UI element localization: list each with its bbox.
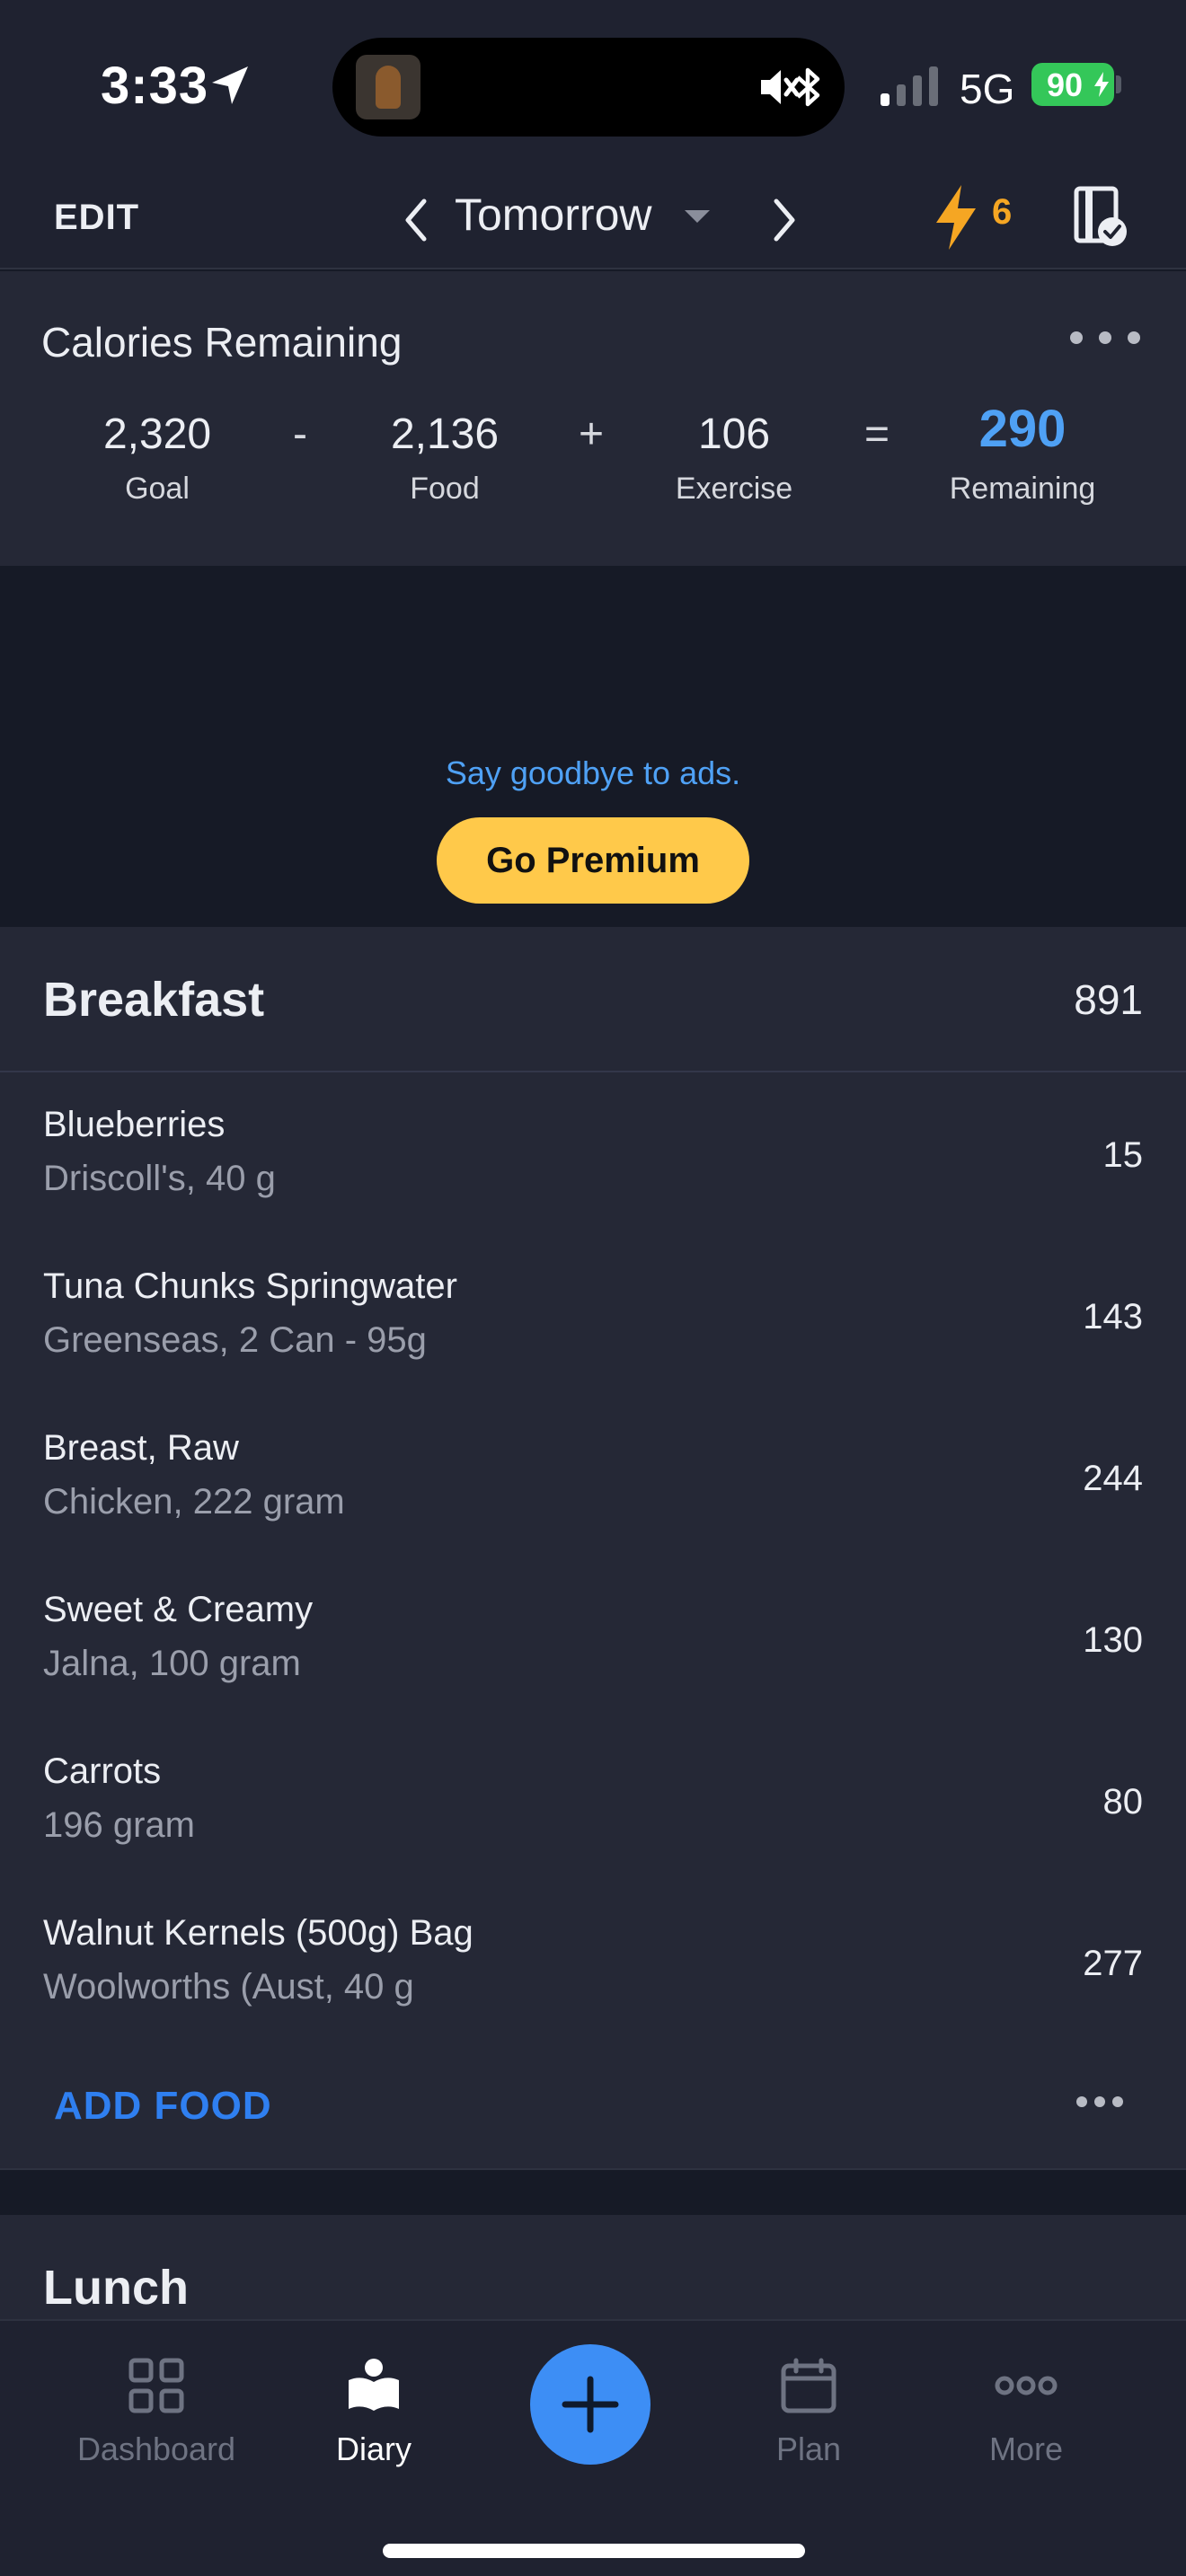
food-value: 2,136 bbox=[390, 410, 500, 458]
food-detail: 196 gram bbox=[43, 1805, 195, 1845]
tab-more[interactable]: More bbox=[918, 2357, 1134, 2468]
tab-label: More bbox=[988, 2430, 1064, 2467]
location-arrow-icon bbox=[208, 63, 253, 108]
dynamic-island bbox=[332, 38, 845, 137]
food-label: Food bbox=[410, 472, 480, 506]
food-column: 2,136 Food bbox=[359, 410, 530, 507]
ad-text[interactable]: Say goodbye to ads. bbox=[0, 754, 1186, 792]
breakfast-section: Breakfast 891 Blueberries Driscoll's, 40… bbox=[0, 927, 1186, 2170]
remaining-column: 290 Remaining bbox=[925, 400, 1120, 507]
tab-plan[interactable]: Plan bbox=[701, 2357, 916, 2468]
plus-operator: + bbox=[579, 410, 605, 458]
edit-button[interactable]: EDIT bbox=[54, 198, 139, 238]
food-detail: Driscoll's, 40 g bbox=[43, 1159, 276, 1198]
equals-operator: = bbox=[864, 410, 890, 458]
food-detail: Jalna, 100 gram bbox=[43, 1644, 301, 1683]
home-indicator[interactable] bbox=[383, 2544, 805, 2558]
diary-complete-icon[interactable] bbox=[1071, 181, 1134, 253]
tab-diary[interactable]: Diary bbox=[266, 2357, 482, 2468]
food-item[interactable]: Blueberries Driscoll's, 40 g 15 bbox=[0, 1072, 1186, 1234]
status-time: 3:33 bbox=[101, 57, 209, 115]
date-selector[interactable]: Tomorrow bbox=[455, 189, 651, 241]
more-dots-icon bbox=[995, 2376, 1058, 2395]
remaining-value: 290 bbox=[978, 400, 1067, 458]
food-calories: 15 bbox=[1102, 1135, 1144, 1175]
exercise-column: 106 Exercise bbox=[649, 410, 819, 507]
next-day-button[interactable] bbox=[760, 189, 805, 251]
add-entry-button[interactable] bbox=[530, 2344, 651, 2465]
food-item[interactable]: Walnut Kernels (500g) Bag Woolworths (Au… bbox=[0, 1881, 1186, 2042]
food-detail: Greenseas, 2 Can - 95g bbox=[43, 1320, 427, 1360]
tab-label: Dashboard bbox=[76, 2430, 236, 2467]
lunch-section[interactable]: Lunch bbox=[0, 2215, 1186, 2323]
meal-more-icon[interactable] bbox=[1075, 2095, 1125, 2109]
ad-banner: Say goodbye to ads. Go Premium bbox=[0, 566, 1186, 927]
food-item[interactable]: Sweet & Creamy Jalna, 100 gram 130 bbox=[0, 1557, 1186, 1719]
calories-remaining-card[interactable]: Calories Remaining 2,320 Goal - 2,136 Fo… bbox=[0, 271, 1186, 566]
plus-icon bbox=[562, 2376, 619, 2433]
diary-book-icon bbox=[349, 2359, 399, 2411]
battery-icon: 90 bbox=[1031, 63, 1114, 106]
meal-total-calories: 891 bbox=[1074, 976, 1143, 1023]
food-name: Tuna Chunks Springwater bbox=[43, 1266, 457, 1306]
more-options-icon[interactable] bbox=[1067, 329, 1143, 347]
meal-name: Breakfast bbox=[43, 973, 265, 1027]
go-premium-button[interactable]: Go Premium bbox=[437, 817, 749, 904]
bottom-tab-bar: Dashboard Diary Plan More bbox=[0, 2319, 1186, 2576]
breakfast-header[interactable]: Breakfast 891 bbox=[0, 927, 1186, 1072]
status-bar: 3:33 5G 90 bbox=[0, 0, 1186, 171]
tab-label: Diary bbox=[335, 2430, 412, 2467]
calendar-icon bbox=[781, 2358, 836, 2413]
food-name: Breast, Raw bbox=[43, 1428, 239, 1468]
food-item[interactable]: Carrots 196 gram 80 bbox=[0, 1719, 1186, 1881]
food-name: Carrots bbox=[43, 1751, 162, 1791]
diary-header: EDIT Tomorrow 6 bbox=[0, 171, 1186, 269]
exercise-value: 106 bbox=[697, 410, 771, 458]
add-food-button[interactable]: ADD FOOD bbox=[54, 2084, 272, 2129]
food-detail: Chicken, 222 gram bbox=[43, 1482, 345, 1522]
network-type: 5G bbox=[960, 66, 1015, 112]
food-name: Blueberries bbox=[43, 1105, 226, 1144]
food-name: Sweet & Creamy bbox=[43, 1590, 314, 1629]
food-calories: 80 bbox=[1102, 1782, 1144, 1822]
now-playing-thumbnail[interactable] bbox=[356, 55, 420, 119]
dashboard-icon bbox=[128, 2358, 184, 2413]
streak-count[interactable]: 6 bbox=[992, 192, 1012, 233]
exercise-label: Exercise bbox=[675, 472, 793, 506]
chevron-down-icon[interactable] bbox=[681, 203, 713, 230]
goal-column: 2,320 Goal bbox=[72, 410, 243, 507]
goal-value: 2,320 bbox=[102, 410, 212, 458]
food-item[interactable]: Tuna Chunks Springwater Greenseas, 2 Can… bbox=[0, 1234, 1186, 1396]
bluetooth-icon bbox=[791, 65, 827, 110]
battery-nub bbox=[1116, 75, 1121, 93]
food-calories: 244 bbox=[1083, 1459, 1143, 1498]
meal-name: Lunch bbox=[43, 2261, 189, 2315]
minus-operator: - bbox=[293, 410, 307, 458]
goal-label: Goal bbox=[125, 472, 190, 506]
remaining-label: Remaining bbox=[949, 472, 1096, 506]
battery-level: 90 bbox=[1046, 66, 1084, 103]
food-calories: 130 bbox=[1083, 1620, 1143, 1660]
food-calories: 277 bbox=[1083, 1944, 1143, 1983]
calories-title: Calories Remaining bbox=[41, 319, 403, 366]
food-detail: Woolworths (Aust, 40 g bbox=[43, 1967, 414, 2007]
tab-dashboard[interactable]: Dashboard bbox=[49, 2357, 264, 2468]
tab-label: Plan bbox=[775, 2430, 842, 2467]
lightning-bolt-icon[interactable] bbox=[931, 183, 981, 251]
food-name: Walnut Kernels (500g) Bag bbox=[43, 1913, 474, 1953]
previous-day-button[interactable] bbox=[395, 189, 440, 251]
food-calories: 143 bbox=[1083, 1297, 1143, 1337]
cellular-signal-icon bbox=[881, 66, 943, 108]
food-item[interactable]: Breast, Raw Chicken, 222 gram 244 bbox=[0, 1396, 1186, 1557]
